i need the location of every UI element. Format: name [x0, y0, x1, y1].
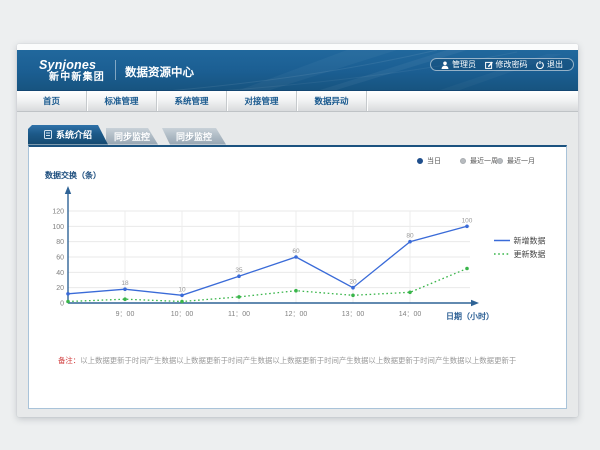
svg-text:120: 120	[52, 208, 64, 215]
legend-label: 更新数据	[514, 249, 546, 259]
legend-item-1[interactable]: 更新数据	[494, 249, 546, 259]
svg-text:9：00: 9：00	[116, 311, 135, 318]
data-point	[180, 293, 184, 297]
y-axis-tick-labels: 0 20 40 60 80 100 120	[52, 208, 64, 307]
content-panel: 当日 最近一周 最近一月 0204060801001209：0010：0011：…	[28, 145, 567, 409]
svg-text:18: 18	[121, 280, 129, 287]
tab-edge-slash	[162, 130, 170, 144]
svg-text:60: 60	[56, 254, 64, 261]
header-divider	[115, 60, 116, 80]
change-password-button[interactable]: 修改密码	[485, 59, 528, 70]
data-point	[351, 285, 355, 289]
app-window: Synjones 新中新集团 数据资源中心 管理员 修改密码 退出 首页 标准管…	[17, 44, 578, 417]
svg-text:10: 10	[178, 286, 186, 293]
tab-system-intro[interactable]: 系统介绍	[28, 125, 108, 145]
svg-text:80: 80	[56, 239, 64, 246]
svg-text:80: 80	[406, 232, 414, 239]
nav-item-connect-mgmt[interactable]: 对接管理	[227, 91, 297, 111]
line-chart: 0 20 40 60 80 100 120 9：00 10：00 11：00 12：00 13：00 1…	[29, 147, 566, 407]
data-point	[408, 290, 412, 294]
data-point	[66, 299, 70, 303]
data-point	[237, 295, 241, 299]
tab-label: 同步监控	[114, 130, 150, 143]
svg-text:20: 20	[349, 278, 357, 285]
chart-axes	[65, 186, 479, 306]
data-point	[180, 299, 184, 303]
data-point	[408, 239, 412, 243]
tab-label: 系统介绍	[56, 128, 92, 141]
legend-label: 新增数据	[514, 235, 546, 245]
data-labels: 18 10 35 60 20 80 100	[121, 217, 472, 293]
company-logo: Synjones 新中新集团	[39, 59, 105, 83]
data-point	[294, 288, 298, 292]
logout-button[interactable]: 退出	[536, 59, 563, 70]
main-nav: 首页 标准管理 系统管理 对接管理 数据异动	[17, 91, 578, 112]
user-menu: 管理员 修改密码 退出	[430, 58, 574, 71]
nav-item-home[interactable]: 首页	[17, 91, 87, 111]
logo-cn-text: 新中新集团	[49, 73, 105, 83]
legend-item-0[interactable]: 新增数据	[494, 235, 546, 245]
footnote: 备注：以上数据更新于时间产生数据以上数据更新于时间产生数据以上数据更新于时间产生…	[58, 356, 548, 366]
svg-text:13：00: 13：00	[342, 311, 365, 318]
svg-text:11：00: 11：00	[228, 311, 250, 318]
svg-text:20: 20	[56, 285, 64, 292]
tab-label: 同步监控	[176, 130, 212, 143]
data-point	[237, 274, 241, 278]
svg-text:60: 60	[292, 248, 300, 255]
data-point	[294, 255, 298, 259]
chart-svg: 0 20 40 60 80 100 120 9：00 10：00 11：00 12：00 13：00 1…	[29, 147, 566, 407]
svg-text:100: 100	[52, 223, 64, 230]
edit-icon	[485, 61, 493, 69]
svg-text:100: 100	[462, 217, 473, 224]
nav-item-standard-mgmt[interactable]: 标准管理	[87, 91, 157, 111]
tab-sync-monitor-1[interactable]: 同步监控	[106, 128, 158, 145]
nav-item-system-mgmt[interactable]: 系统管理	[157, 91, 227, 111]
form-icon	[44, 130, 52, 139]
logout-label: 退出	[547, 59, 563, 70]
current-user-label: 管理员	[452, 59, 476, 70]
change-password-label: 修改密码	[496, 59, 528, 70]
data-point	[123, 297, 127, 301]
footnote-text: 以上数据更新于时间产生数据以上数据更新于时间产生数据以上数据更新于时间产生数据以…	[80, 356, 516, 365]
page-title: 数据资源中心	[125, 64, 194, 80]
y-axis-title: 数据交换（条）	[45, 170, 101, 180]
power-icon	[536, 61, 544, 69]
x-axis-title: 日期（小时）	[446, 311, 494, 321]
data-point	[465, 224, 469, 228]
data-point	[123, 287, 127, 291]
data-point	[465, 266, 469, 270]
svg-text:40: 40	[56, 269, 64, 276]
data-point	[66, 292, 70, 296]
svg-text:14：00: 14：00	[399, 311, 422, 318]
nav-item-data-change[interactable]: 数据异动	[297, 91, 367, 111]
y-axis-arrow-icon	[65, 186, 71, 194]
svg-text:12：00: 12：00	[285, 311, 308, 318]
svg-text:10：00: 10：00	[171, 311, 194, 318]
user-icon	[441, 61, 449, 69]
svg-text:0: 0	[60, 300, 64, 307]
data-point	[351, 293, 355, 297]
svg-text:35: 35	[235, 267, 243, 274]
tab-sync-monitor-2[interactable]: 同步监控	[162, 128, 226, 145]
x-axis-arrow-icon	[471, 299, 479, 305]
app-header: Synjones 新中新集团 数据资源中心 管理员 修改密码 退出	[17, 50, 578, 91]
current-user-button[interactable]: 管理员	[441, 59, 476, 70]
x-axis-tick-labels: 9：00 10：00 11：00 12：00 13：00 14：00	[116, 311, 422, 318]
footnote-prefix: 备注：	[58, 356, 80, 365]
logo-en-text: Synjones	[39, 59, 105, 71]
